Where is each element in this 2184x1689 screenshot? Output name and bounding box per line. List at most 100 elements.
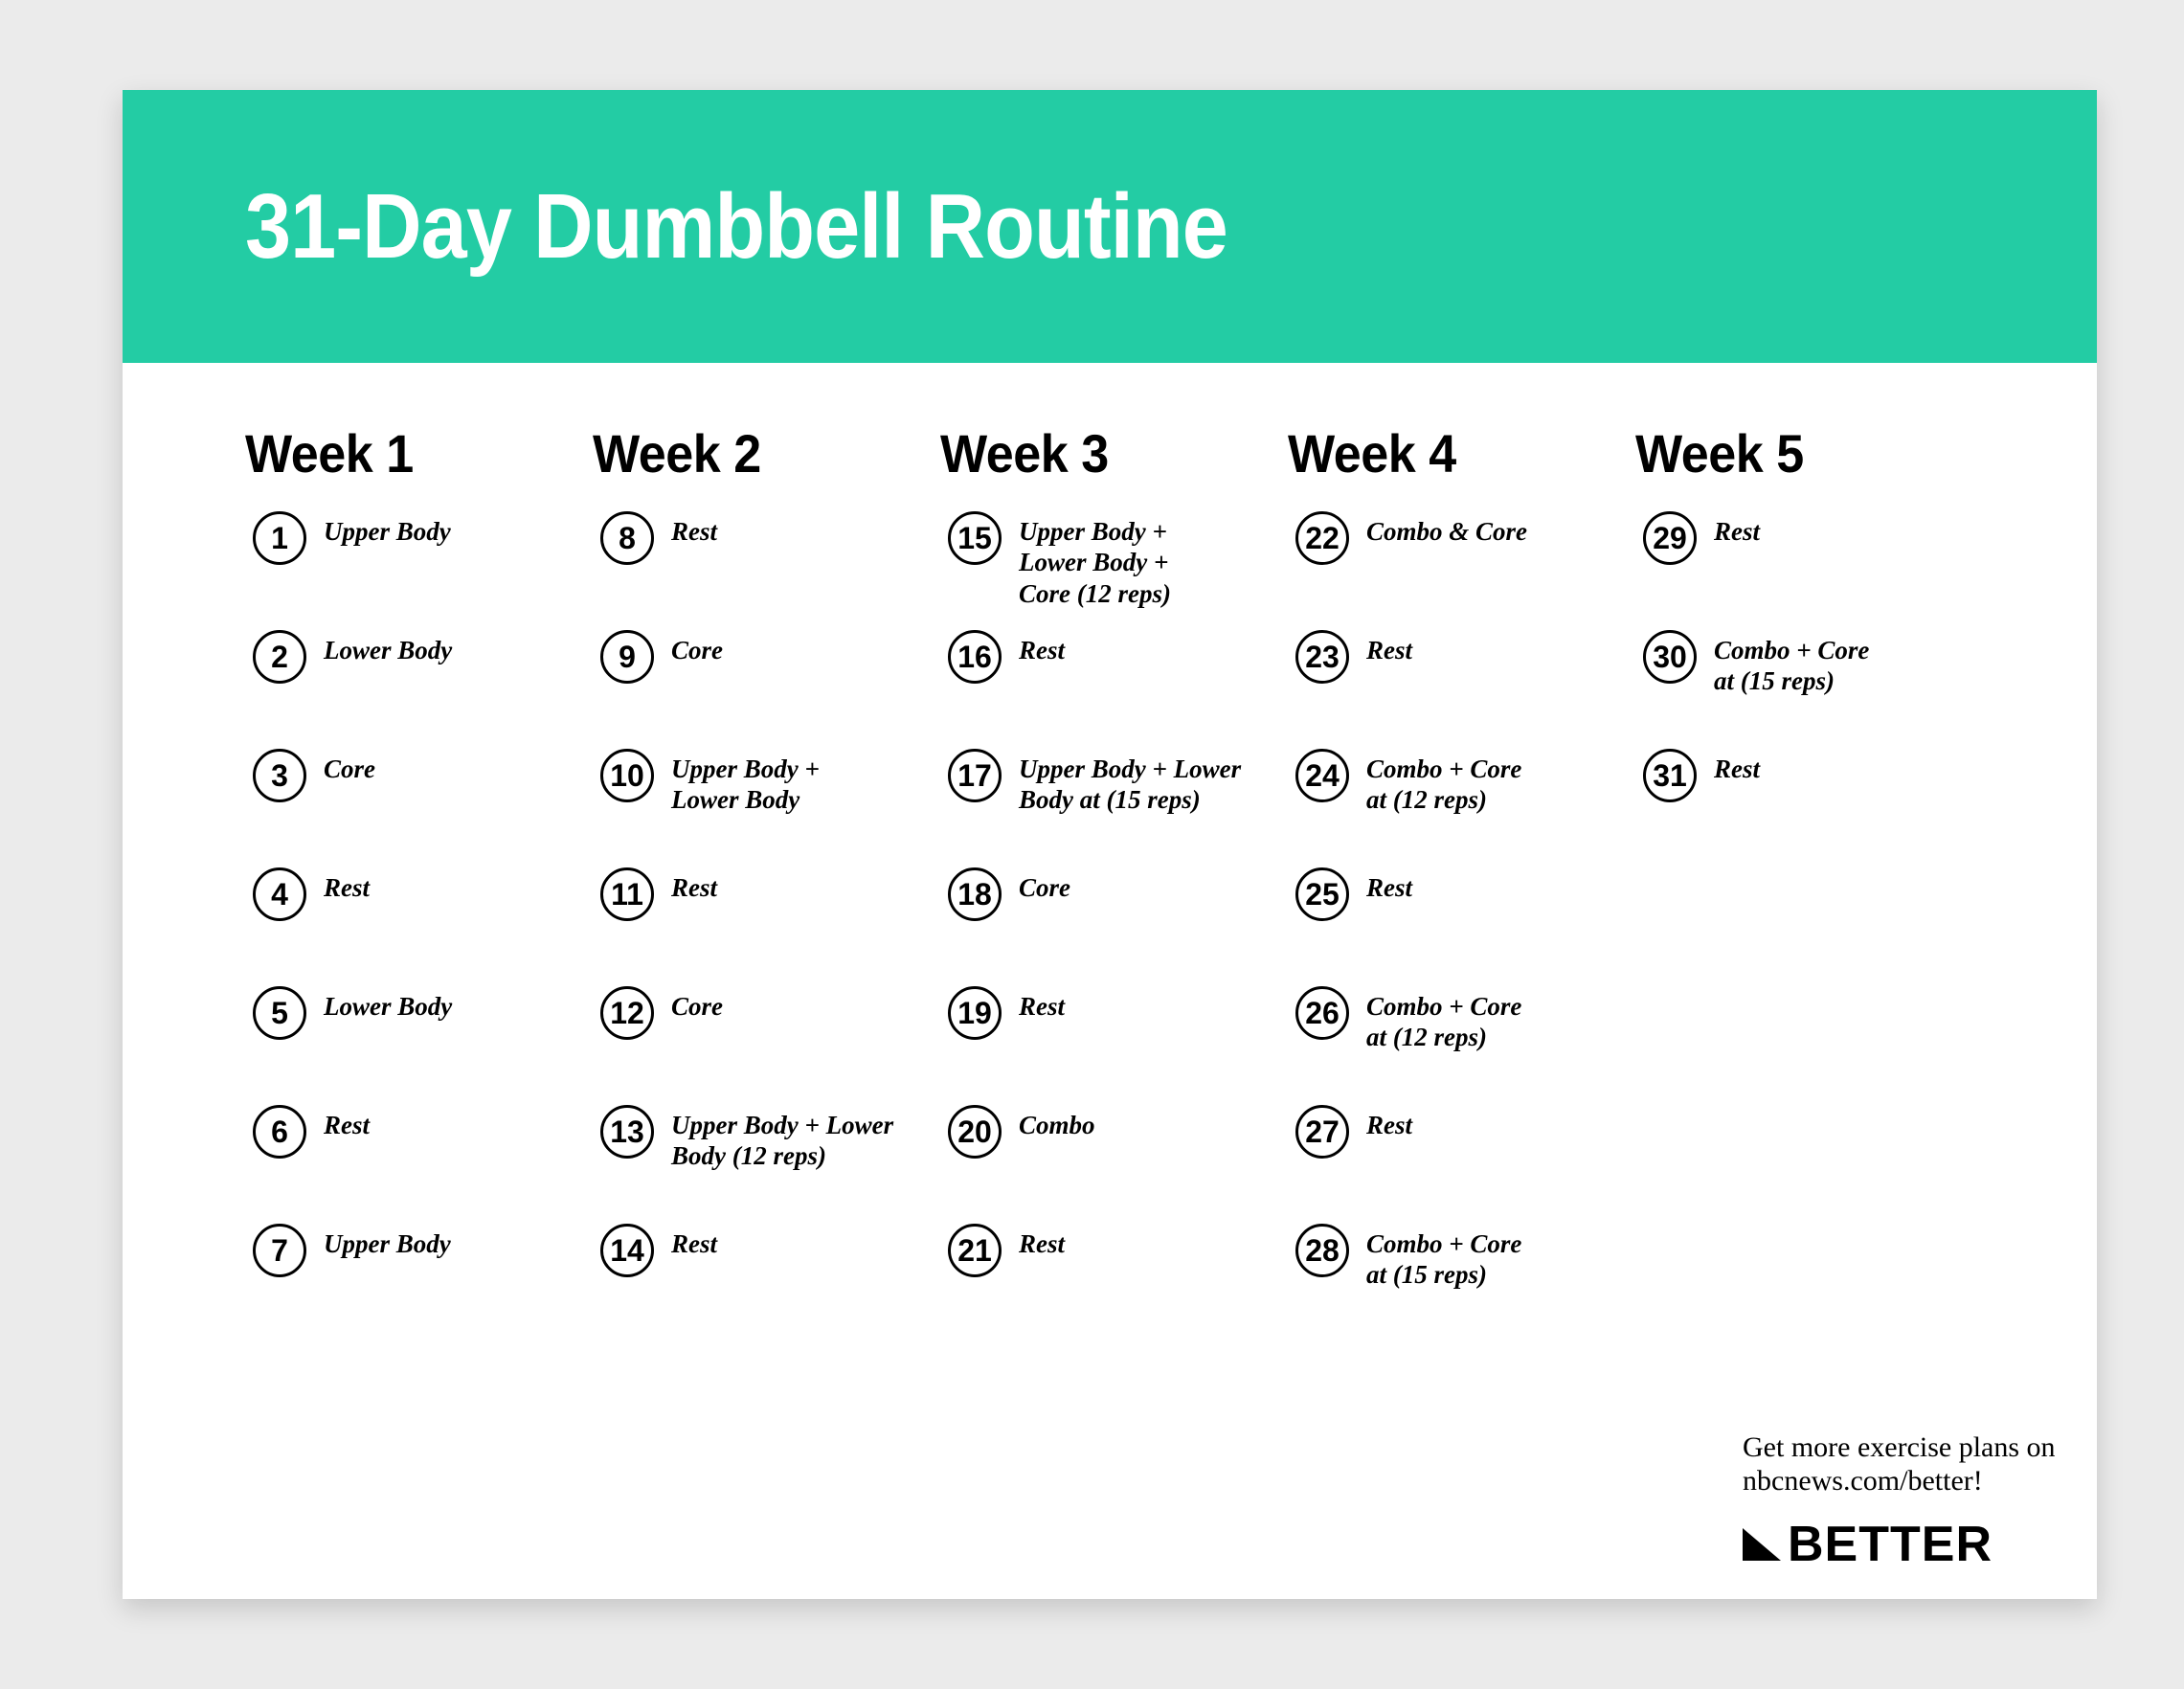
day-workout-label: Combo & Core — [1366, 517, 1528, 546]
day-workout-label: Rest — [671, 873, 718, 902]
day-row: 15 Upper Body + Lower Body + Core (12 rep… — [940, 509, 1288, 628]
day-workout-label: Upper Body + Lower Body — [671, 754, 820, 815]
day-workout-label: Upper Body — [324, 1229, 451, 1258]
day-workout-label: Core — [1019, 873, 1070, 902]
day-row: 21 Rest — [940, 1222, 1288, 1340]
day-row: 6 Rest — [245, 1103, 593, 1222]
day-workout-label: Core — [671, 636, 723, 664]
week-column-5: Week 5 29 Rest 30 Combo + Core at (15 reps) 3… — [1635, 422, 1983, 1340]
day-number-badge: 8 — [600, 511, 654, 565]
day-number-badge: 18 — [948, 867, 1002, 921]
day-number-badge: 7 — [253, 1224, 306, 1277]
day-number-badge: 16 — [948, 630, 1002, 684]
day-number-badge: 19 — [948, 986, 1002, 1040]
day-workout-label: Rest — [671, 1229, 718, 1258]
day-number-badge: 22 — [1295, 511, 1349, 565]
day-number-badge: 26 — [1295, 986, 1349, 1040]
week-column-4: Week 4 22 Combo & Core 23 Rest 24 Combo + Core… — [1288, 422, 1635, 1340]
week-column-2: Week 2 8 Rest 9 Core 10 Upper Body + Lower Bod… — [593, 422, 940, 1340]
day-workout-label: Rest — [1366, 873, 1413, 902]
weeks-container: Week 1 1 Upper Body 2 Lower Body 3 Core 4 Rest 5 L… — [123, 363, 2097, 1340]
day-row: 1 Upper Body — [245, 509, 593, 628]
day-workout-label: Rest — [1019, 992, 1066, 1021]
week-heading: Week 3 — [940, 423, 1109, 484]
day-number-badge: 5 — [253, 986, 306, 1040]
day-number-badge: 13 — [600, 1105, 654, 1159]
day-row: 24 Combo + Core at (12 reps) — [1288, 747, 1635, 866]
day-row: 2 Lower Body — [245, 628, 593, 747]
day-row: 23 Rest — [1288, 628, 1635, 747]
week-heading: Week 2 — [593, 423, 761, 484]
day-row: 20 Combo — [940, 1103, 1288, 1222]
day-row: 17 Upper Body + Lower Body at (15 reps) — [940, 747, 1288, 866]
day-number-badge: 4 — [253, 867, 306, 921]
day-workout-label: Rest — [1019, 636, 1066, 664]
day-row: 7 Upper Body — [245, 1222, 593, 1340]
day-row: 5 Lower Body — [245, 984, 593, 1103]
day-number-badge: 25 — [1295, 867, 1349, 921]
day-row: 19 Rest — [940, 984, 1288, 1103]
promo-text: Get more exercise plans on nbcnews.com/b… — [1743, 1431, 2056, 1498]
day-workout-label: Core — [671, 992, 723, 1021]
day-workout-label: Upper Body + Lower Body at (15 reps) — [1019, 754, 1242, 815]
day-number-badge: 28 — [1295, 1224, 1349, 1277]
week-column-1: Week 1 1 Upper Body 2 Lower Body 3 Core 4 Rest 5 L… — [245, 422, 593, 1340]
day-row: 25 Rest — [1288, 866, 1635, 984]
day-number-badge: 21 — [948, 1224, 1002, 1277]
day-row: 31 Rest — [1635, 747, 1983, 866]
day-workout-label: Rest — [1366, 636, 1413, 664]
day-workout-label: Rest — [1366, 1111, 1413, 1139]
day-workout-label: Core — [324, 754, 375, 783]
day-number-badge: 30 — [1643, 630, 1697, 684]
day-row: 26 Combo + Core at (12 reps) — [1288, 984, 1635, 1103]
day-row: 9 Core — [593, 628, 940, 747]
day-row: 27 Rest — [1288, 1103, 1635, 1222]
day-number-badge: 23 — [1295, 630, 1349, 684]
day-row: 3 Core — [245, 747, 593, 866]
day-workout-label: Upper Body + Lower Body + Core (12 reps) — [1019, 517, 1171, 608]
day-row: 14 Rest — [593, 1222, 940, 1340]
day-row: 10 Upper Body + Lower Body — [593, 747, 940, 866]
footer: Get more exercise plans on nbcnews.com/b… — [1743, 1430, 2068, 1569]
day-row: 22 Combo & Core — [1288, 509, 1635, 628]
day-number-badge: 9 — [600, 630, 654, 684]
day-number-badge: 10 — [600, 749, 654, 802]
day-row: 12 Core — [593, 984, 940, 1103]
day-row: 29 Rest — [1635, 509, 1983, 628]
day-number-badge: 14 — [600, 1224, 654, 1277]
infographic-card: 31-Day Dumbbell Routine Week 1 1 Upper Bod… — [123, 90, 2097, 1599]
day-workout-label: Combo — [1019, 1111, 1095, 1139]
day-row: 4 Rest — [245, 866, 593, 984]
triangle-logo-mark-icon — [1743, 1527, 1781, 1561]
day-number-badge: 29 — [1643, 511, 1697, 565]
day-row: 16 Rest — [940, 628, 1288, 747]
day-workout-label: Combo + Core at (12 reps) — [1366, 992, 1522, 1052]
day-row: 8 Rest — [593, 509, 940, 628]
day-row: 28 Combo + Core at (15 reps) — [1288, 1222, 1635, 1340]
day-row: 11 Rest — [593, 866, 940, 984]
page-title: 31-Day Dumbbell Routine — [245, 174, 1228, 278]
day-workout-label: Upper Body + Lower Body (12 reps) — [671, 1111, 894, 1171]
day-workout-label: Combo + Core at (15 reps) — [1714, 636, 1870, 696]
day-workout-label: Rest — [324, 873, 371, 902]
day-workout-label: Upper Body — [324, 517, 451, 546]
day-workout-label: Combo + Core at (12 reps) — [1366, 754, 1522, 815]
day-number-badge: 3 — [253, 749, 306, 802]
day-number-badge: 31 — [1643, 749, 1697, 802]
day-number-badge: 15 — [948, 511, 1002, 565]
day-number-badge: 24 — [1295, 749, 1349, 802]
day-workout-label: Lower Body — [324, 992, 453, 1021]
day-workout-label: Rest — [1019, 1229, 1066, 1258]
brand-lockup: BETTER — [1743, 1520, 2068, 1569]
infographic-page: 31-Day Dumbbell Routine Week 1 1 Upper Bod… — [0, 0, 2184, 1689]
day-row: 13 Upper Body + Lower Body (12 reps) — [593, 1103, 940, 1222]
day-row: 18 Core — [940, 866, 1288, 984]
brand-name: BETTER — [1788, 1516, 1993, 1572]
day-number-badge: 6 — [253, 1105, 306, 1159]
week-heading: Week 5 — [1635, 423, 1804, 484]
day-workout-label: Rest — [324, 1111, 371, 1139]
day-number-badge: 1 — [253, 511, 306, 565]
day-workout-label: Lower Body — [324, 636, 453, 664]
day-workout-label: Combo + Core at (15 reps) — [1366, 1229, 1522, 1290]
week-heading: Week 4 — [1288, 423, 1456, 484]
